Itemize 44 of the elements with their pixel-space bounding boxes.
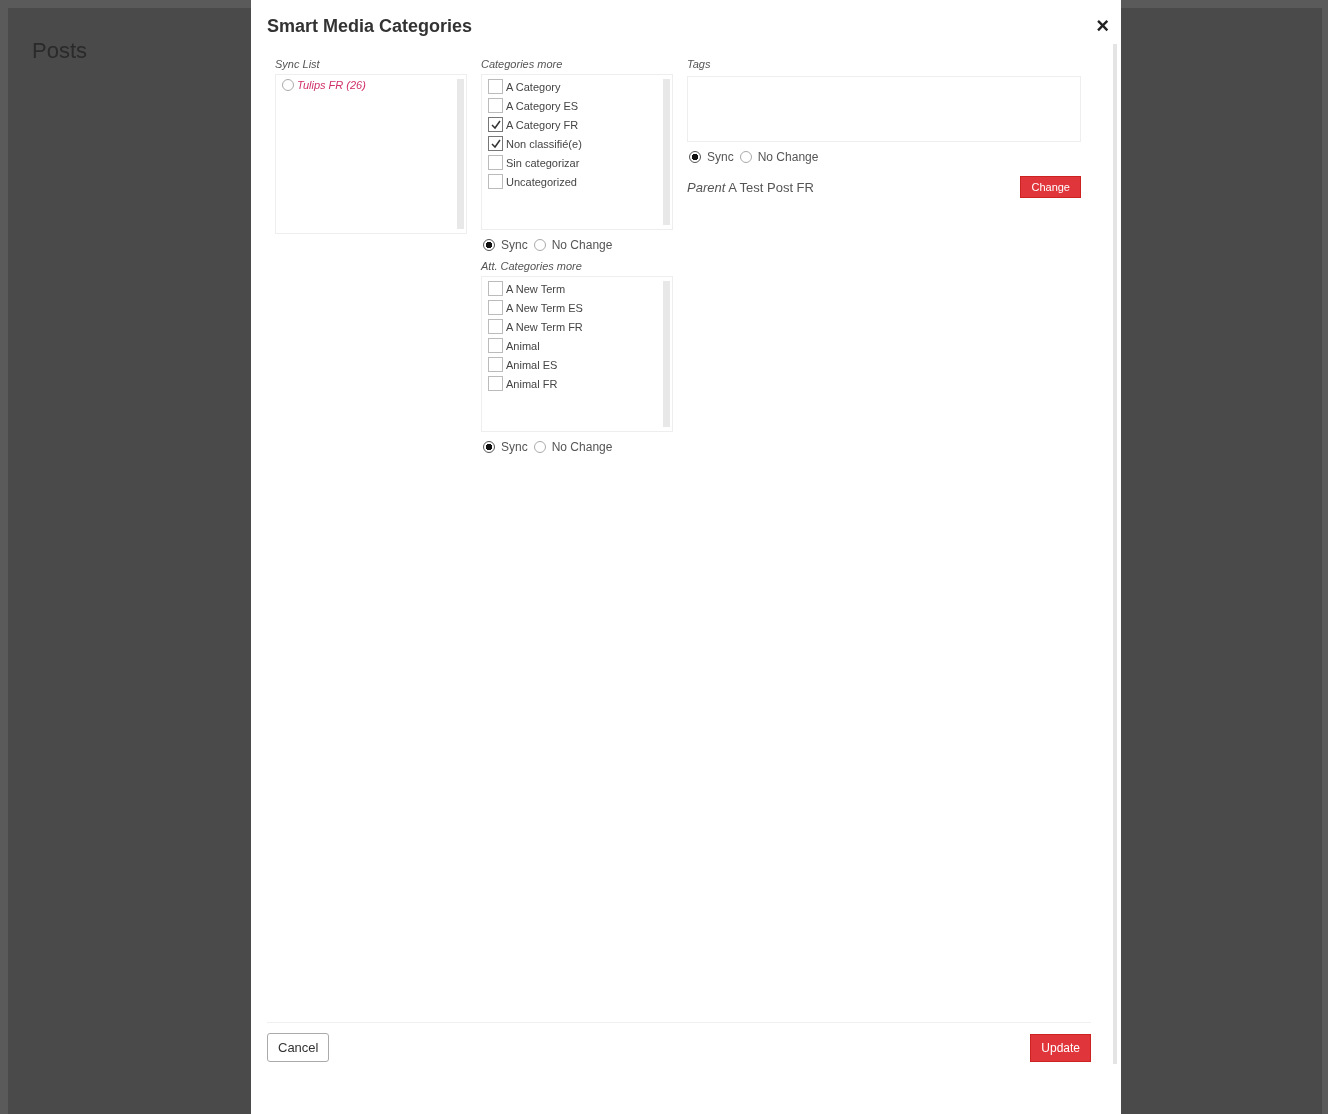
radio-label: No Change	[551, 238, 613, 252]
radio-label: Sync	[501, 238, 528, 252]
checkbox-label: Non classifié(e)	[506, 137, 582, 150]
radio-button[interactable]	[689, 151, 701, 163]
radio-label: No Change	[757, 150, 819, 164]
parent-text: Parent A Test Post FR	[687, 179, 814, 195]
checkbox[interactable]	[488, 300, 503, 315]
checkbox-label: A New Term	[506, 282, 566, 295]
checkbox-label: Animal	[506, 339, 540, 352]
update-button[interactable]: Update	[1030, 1033, 1091, 1062]
radio-button[interactable]	[483, 239, 495, 251]
checkbox-label: A Category FR	[506, 118, 579, 131]
change-button[interactable]: Change	[1020, 176, 1081, 198]
taxonomy-label: Att. Categories more	[481, 260, 583, 272]
radio-label: Sync	[501, 440, 528, 454]
checkbox[interactable]	[488, 319, 503, 334]
checkbox-label: Uncategorized	[506, 175, 577, 188]
checkbox[interactable]	[488, 98, 503, 113]
radio-button[interactable]	[483, 441, 495, 453]
radio-label: No Change	[551, 440, 613, 454]
checkbox-label: A New Term ES	[506, 301, 583, 314]
sync-list-label: Sync List	[275, 58, 321, 70]
sync-list-item[interactable]: Tulips FR (26)	[282, 79, 460, 91]
checkbox[interactable]	[488, 338, 503, 353]
checkbox[interactable]	[488, 136, 503, 151]
tags-label: Tags	[687, 58, 712, 70]
checkbox-label: A Category	[506, 80, 561, 93]
checkbox-label: A Category ES	[506, 99, 579, 112]
radio-label: Sync	[707, 150, 734, 164]
checkbox[interactable]	[488, 174, 503, 189]
checkbox[interactable]	[488, 155, 503, 170]
checkbox[interactable]	[488, 281, 503, 296]
checkbox[interactable]	[488, 117, 503, 132]
checkbox[interactable]	[488, 357, 503, 372]
checkbox-label: Animal FR	[506, 377, 558, 390]
close-button[interactable]: ×	[1096, 13, 1109, 39]
checkbox[interactable]	[488, 376, 503, 391]
modal-title: Smart Media Categories	[267, 15, 473, 37]
checkbox[interactable]	[488, 79, 503, 94]
taxonomy-label: Categories more	[481, 58, 564, 70]
cancel-button[interactable]: Cancel	[267, 1033, 330, 1062]
checkbox-label: A New Term FR	[506, 320, 583, 333]
checkbox-label: Sin categorizar	[506, 156, 580, 169]
checkbox-label: Animal ES	[506, 358, 558, 371]
